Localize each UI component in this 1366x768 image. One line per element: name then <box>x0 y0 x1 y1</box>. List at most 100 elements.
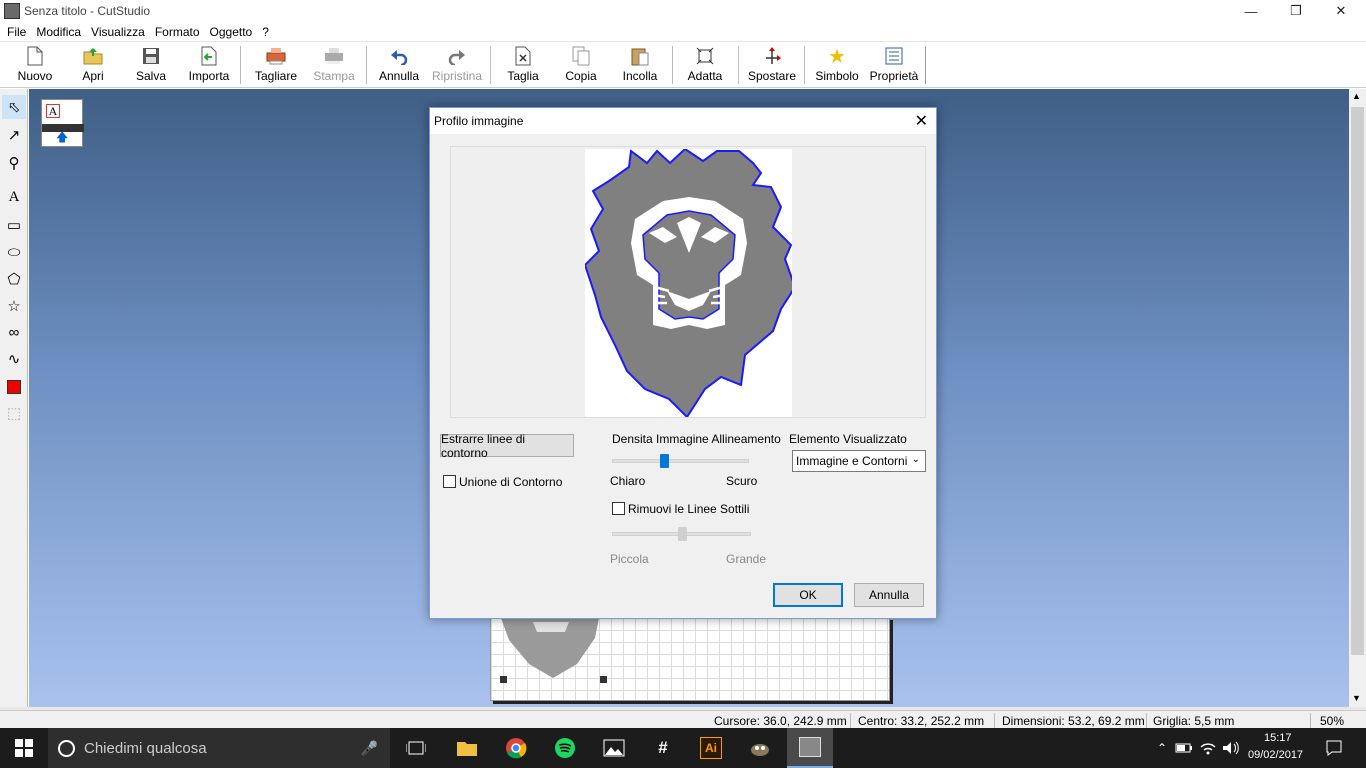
status-bar: Cursore: 36.0, 242.9 mm Centro: 33.2, 25… <box>0 710 1366 730</box>
menu-formato[interactable]: Formato <box>150 25 205 39</box>
cortana-circle-icon <box>58 739 75 757</box>
grid-size: Griglia: 5,5 mm <box>1153 714 1235 728</box>
menu-oggetto[interactable]: Oggetto <box>205 25 258 39</box>
status-divider <box>1310 713 1311 729</box>
dialog-title: Profilo immagine <box>434 114 524 128</box>
vertical-scrollbar[interactable]: ▲ ▼ <box>1349 89 1366 707</box>
print-button[interactable]: Stampa <box>311 45 357 86</box>
density-slider-thumb[interactable] <box>660 454 670 468</box>
image-preview <box>583 147 797 419</box>
gimp-icon[interactable] <box>748 736 772 760</box>
status-divider <box>994 713 995 729</box>
sheet-marker-left <box>500 676 507 683</box>
redo-button[interactable]: Ripristina <box>430 45 484 86</box>
ok-button[interactable]: OK <box>773 583 843 607</box>
save-disk-icon <box>140 45 162 67</box>
battery-icon[interactable] <box>1172 736 1196 760</box>
zoom-level: 50% <box>1320 714 1345 728</box>
preview-frame <box>450 146 926 419</box>
scroll-thumb[interactable] <box>1351 107 1364 655</box>
text-object-thumbnail[interactable]: A 🡅 <box>41 99 84 147</box>
tool-palette: ⬁ ↗ ⚲ A ▭ ⬭ ⬠ ☆ ∞ ∿ ⬚ <box>0 89 28 707</box>
density-title: Densita Immagine Allineamento <box>612 432 781 446</box>
new-button[interactable]: Nuovo <box>14 45 56 86</box>
extract-outlines-button[interactable]: Estrarre linee di contorno <box>440 432 574 460</box>
fit-button[interactable]: Adatta <box>684 45 726 86</box>
text-tool-icon[interactable]: A <box>2 185 26 209</box>
menu-help[interactable]: ? <box>257 25 274 39</box>
close-button[interactable]: ✕ <box>1318 0 1364 22</box>
size-slider-thumb[interactable] <box>677 527 687 541</box>
undo-button[interactable]: Annulla <box>376 45 422 86</box>
save-button[interactable]: Salva <box>130 45 172 86</box>
cut-button[interactable]: Taglia <box>502 45 544 86</box>
marquee-select-icon[interactable]: ⬚ <box>2 401 26 425</box>
select-arrow-icon[interactable]: ⬁ <box>2 95 26 119</box>
text-glyph-icon: A <box>46 104 60 118</box>
restore-button[interactable]: ❐ <box>1273 0 1319 22</box>
size-max-label: Grande <box>726 552 767 566</box>
clock-time[interactable]: 15:17 <box>1264 732 1292 744</box>
cutting-sheet[interactable] <box>490 617 890 701</box>
contour-union-checkbox[interactable] <box>443 475 456 488</box>
cutstudio-taskbar-icon[interactable] <box>787 728 833 768</box>
display-element-select[interactable]: Immagine e Contorni ⌄ <box>792 450 926 472</box>
properties-button[interactable]: Proprietà <box>868 45 920 86</box>
volume-icon[interactable] <box>1219 736 1243 760</box>
sheet-marker-right <box>600 676 607 683</box>
polyline-tool-icon[interactable]: ∞ <box>2 320 26 344</box>
move-button[interactable]: Spostare <box>746 45 798 86</box>
photos-icon[interactable] <box>602 736 626 760</box>
file-explorer-icon[interactable] <box>455 736 479 760</box>
copy-button[interactable]: Copia <box>560 45 602 86</box>
star-tool-icon[interactable]: ☆ <box>2 294 26 318</box>
menu-file[interactable]: File <box>0 25 31 39</box>
menu-modifica[interactable]: Modifica <box>31 25 86 39</box>
illustrator-icon[interactable]: Ai <box>699 736 723 760</box>
ellipse-tool-icon[interactable]: ⬭ <box>2 240 26 264</box>
scroll-up-icon[interactable]: ▲ <box>1352 91 1361 101</box>
lion-on-sheet[interactable] <box>499 618 609 678</box>
spotify-icon[interactable] <box>553 736 577 760</box>
fit-icon <box>694 45 716 67</box>
windows-start-icon[interactable] <box>12 736 36 760</box>
microphone-icon[interactable]: 🎤 <box>361 740 378 757</box>
display-element-title: Elemento Visualizzato <box>789 432 907 446</box>
search-box[interactable]: Chiedimi qualcosa 🎤 <box>48 728 390 768</box>
move-arrows-icon <box>761 45 783 67</box>
toolbar: Nuovo Apri Salva Importa Tagliare Stampa… <box>0 43 1366 88</box>
import-button[interactable]: Importa <box>185 45 233 86</box>
open-folder-icon <box>82 45 104 67</box>
task-view-icon[interactable] <box>404 736 428 760</box>
color-swatch-icon[interactable] <box>2 375 26 399</box>
search-placeholder: Chiedimi qualcosa <box>84 739 207 757</box>
action-center-icon[interactable] <box>1322 736 1346 760</box>
window-title: Senza titolo - CutStudio <box>24 4 151 18</box>
new-file-icon <box>24 45 46 67</box>
undo-arrow-icon <box>388 45 410 67</box>
dialog-close-icon[interactable]: ✕ <box>915 111 928 131</box>
paste-button[interactable]: Incolla <box>617 45 663 86</box>
zoom-magnifier-icon[interactable]: ⚲ <box>2 151 26 175</box>
clock-date[interactable]: 09/02/2017 <box>1248 749 1303 761</box>
chrome-icon[interactable] <box>504 736 528 760</box>
printer-icon <box>323 45 345 67</box>
menu-visualizza[interactable]: Visualizza <box>86 25 150 39</box>
density-slider-track[interactable] <box>612 459 749 463</box>
rectangle-tool-icon[interactable]: ▭ <box>2 213 26 237</box>
open-button[interactable]: Apri <box>72 45 114 86</box>
symbol-button[interactable]: ★ Simbolo <box>813 45 861 86</box>
node-edit-icon[interactable]: ↗ <box>2 123 26 147</box>
cancel-button[interactable]: Annulla <box>854 583 924 607</box>
remove-thin-lines-checkbox[interactable] <box>612 502 625 515</box>
cutstudio-app-icon <box>799 737 821 757</box>
chevron-up-icon[interactable]: ⌃ <box>1150 736 1174 760</box>
slack-icon[interactable]: # <box>651 736 675 760</box>
curve-tool-icon[interactable]: ∿ <box>2 347 26 371</box>
minimize-button[interactable]: — <box>1228 0 1274 22</box>
cut-job-button[interactable]: Tagliare <box>252 45 300 86</box>
wifi-icon[interactable] <box>1196 736 1220 760</box>
object-dimensions: Dimensioni: 53.2, 69.2 mm <box>1002 714 1145 728</box>
polygon-tool-icon[interactable]: ⬠ <box>2 267 26 291</box>
scroll-down-icon[interactable]: ▼ <box>1352 693 1361 703</box>
